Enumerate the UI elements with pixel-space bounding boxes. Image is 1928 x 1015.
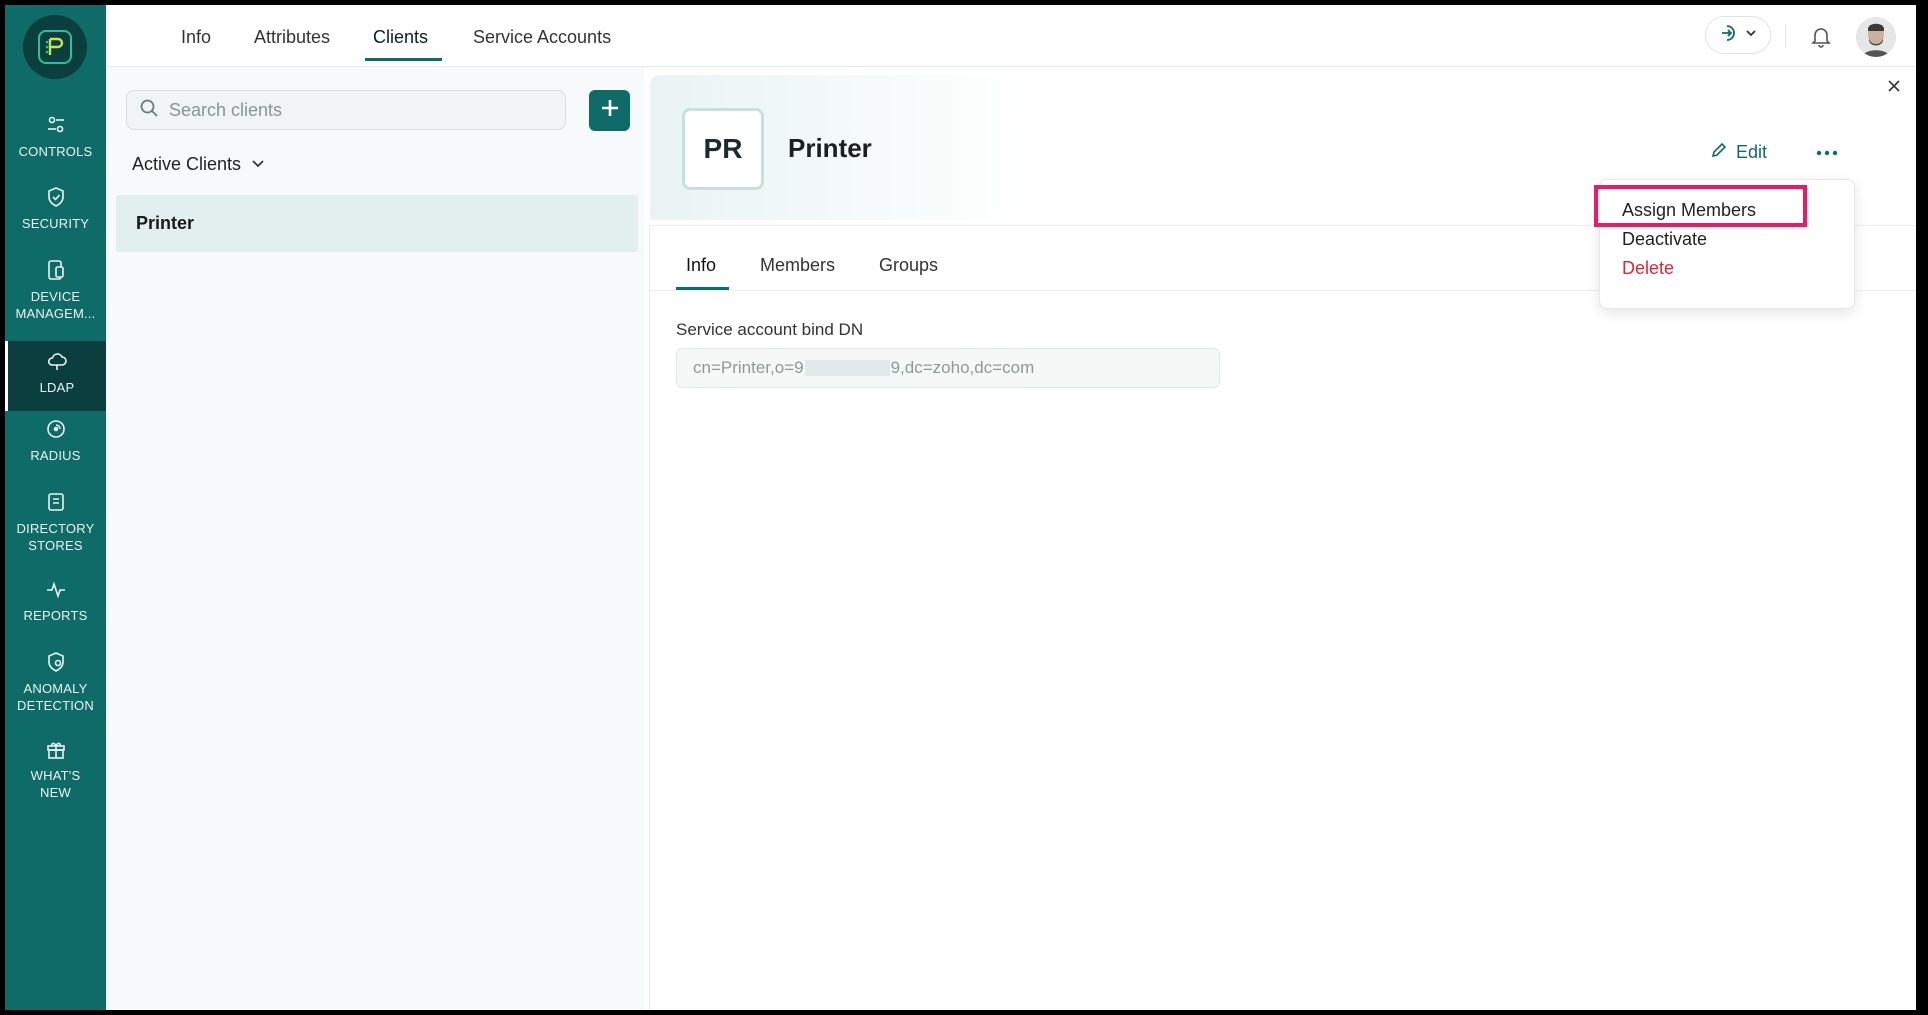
client-name: Printer xyxy=(136,213,195,233)
tab-members[interactable]: Members xyxy=(760,255,835,276)
sidebar-item-reports[interactable]: REPORTS xyxy=(5,577,106,624)
plus-icon xyxy=(599,97,621,124)
chevron-down-icon xyxy=(251,154,265,175)
bell-icon[interactable] xyxy=(1807,22,1835,50)
close-icon[interactable] xyxy=(1880,72,1908,100)
pencil-icon xyxy=(1710,141,1728,164)
switcher-dropdown[interactable] xyxy=(1705,16,1771,54)
bind-dn-fragment: 9 xyxy=(794,358,804,377)
sidebar-item-label: LDAP xyxy=(39,380,75,395)
ellipsis-icon xyxy=(1816,143,1838,161)
app-logo[interactable] xyxy=(23,15,87,79)
tab-service-accounts[interactable]: Service Accounts xyxy=(473,27,611,48)
sidebar-item-anomaly-detection[interactable]: ANOMALY DETECTION xyxy=(5,650,106,714)
sidebar: CONTROLS SECURITY DEVICE MANAGEM... LDAP xyxy=(5,5,106,1010)
sidebar-item-ldap[interactable]: LDAP xyxy=(5,341,106,411)
bind-dn-prefix: cn=Printer,o= xyxy=(693,358,795,377)
sidebar-item-label: ANOMALY DETECTION xyxy=(17,681,94,713)
more-actions-button[interactable] xyxy=(1810,137,1844,167)
sidebar-item-device-management[interactable]: DEVICE MANAGEM... xyxy=(5,258,106,322)
sliders-icon xyxy=(44,113,68,137)
search-box xyxy=(126,90,566,130)
cloud-icon xyxy=(45,349,69,373)
sidebar-item-directory-stores[interactable]: DIRECTORY STORES xyxy=(5,490,106,554)
divider xyxy=(649,225,650,1010)
sidebar-item-controls[interactable]: CONTROLS xyxy=(5,113,106,160)
filter-label: Active Clients xyxy=(132,154,242,174)
sidebar-item-security[interactable]: SECURITY xyxy=(5,185,106,232)
edit-label: Edit xyxy=(1736,142,1768,162)
tab-groups[interactable]: Groups xyxy=(879,255,938,276)
sidebar-item-label: DIRECTORY STORES xyxy=(16,521,95,553)
page-title: Printer xyxy=(788,133,872,163)
client-filter-dropdown[interactable]: Active Clients xyxy=(132,154,265,175)
app-window: CONTROLS SECURITY DEVICE MANAGEM... LDAP xyxy=(5,5,1916,1010)
sidebar-item-whats-new[interactable]: WHAT'S NEW xyxy=(5,737,106,801)
search-input[interactable] xyxy=(169,99,549,121)
clients-panel: Active Clients Printer xyxy=(106,67,644,1010)
avatar[interactable] xyxy=(1856,17,1896,57)
edit-button[interactable]: Edit xyxy=(1710,141,1767,164)
sidebar-item-label: SECURITY xyxy=(21,216,90,231)
tab-clients[interactable]: Clients xyxy=(373,27,428,48)
tab-attributes[interactable]: Attributes xyxy=(254,27,330,48)
divider xyxy=(1785,23,1786,49)
shield-gear-icon xyxy=(44,650,68,674)
active-tab-indicator xyxy=(365,58,442,61)
logo-icon xyxy=(38,30,72,64)
pulse-icon xyxy=(44,577,68,601)
menu-item-deactivate[interactable]: Deactivate xyxy=(1622,229,1707,250)
client-initials-avatar: PR xyxy=(682,108,764,190)
top-navigation: Info Attributes Clients Service Accounts xyxy=(106,5,1916,67)
chevron-down-icon xyxy=(1745,26,1757,44)
sidebar-item-label: RADIUS xyxy=(30,448,81,463)
radius-icon xyxy=(44,417,68,441)
sidebar-item-label: WHAT'S NEW xyxy=(30,768,81,800)
gift-icon xyxy=(44,737,68,761)
bind-dn-field[interactable]: cn=Printer,o= 9 9,dc=zoho,dc=com xyxy=(676,348,1220,388)
highlight-box xyxy=(1594,185,1807,227)
device-icon xyxy=(44,258,68,282)
redacted-block xyxy=(804,360,890,376)
signin-icon xyxy=(1719,23,1739,48)
sidebar-item-label: CONTROLS xyxy=(18,144,93,159)
add-client-button[interactable] xyxy=(589,90,630,131)
sidebar-item-label: REPORTS xyxy=(23,608,88,623)
menu-item-delete[interactable]: Delete xyxy=(1622,258,1674,279)
sidebar-item-label: DEVICE MANAGEM... xyxy=(15,289,96,321)
bind-dn-suffix: 9,dc=zoho,dc=com xyxy=(890,358,1035,377)
search-icon xyxy=(139,98,159,123)
book-icon xyxy=(44,490,68,514)
bind-dn-label: Service account bind DN xyxy=(676,320,864,339)
tab-info[interactable]: Info xyxy=(181,27,211,48)
tab-info[interactable]: Info xyxy=(686,255,716,276)
list-item[interactable]: Printer xyxy=(116,195,638,252)
sidebar-item-radius[interactable]: RADIUS xyxy=(5,417,106,464)
shield-icon xyxy=(44,185,68,209)
